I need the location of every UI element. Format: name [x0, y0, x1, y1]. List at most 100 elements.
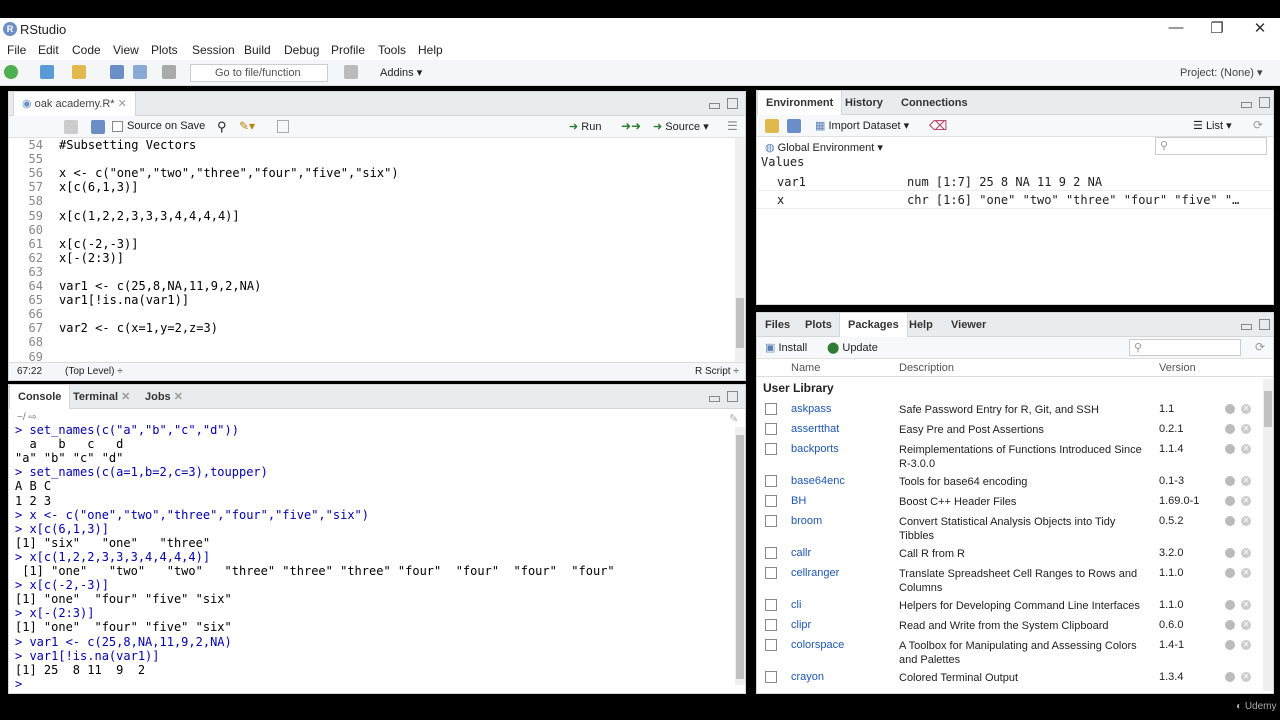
pkg-maximize-icon[interactable]	[1259, 319, 1270, 330]
console-scrollbar-thumb[interactable]	[736, 435, 744, 679]
console-scrollbar[interactable]	[735, 427, 745, 685]
pkg-minimize-icon[interactable]	[1241, 324, 1252, 330]
save-all-icon[interactable]	[133, 65, 147, 79]
package-row[interactable]: BH Boost C++ Header Files 1.69.0-1 ✕	[757, 493, 1261, 513]
go-to-directory-icon[interactable]: ⇨	[28, 412, 36, 423]
packages-scrollbar[interactable]	[1263, 379, 1273, 691]
import-dataset-button[interactable]: ▦ Import Dataset ▾	[815, 119, 909, 132]
package-checkbox[interactable]	[765, 443, 777, 455]
workspace-panes-icon[interactable]	[344, 65, 358, 79]
package-checkbox[interactable]	[765, 403, 777, 415]
package-website-icon[interactable]	[1225, 516, 1235, 526]
remove-package-icon[interactable]: ✕	[1241, 548, 1251, 558]
remove-package-icon[interactable]: ✕	[1241, 672, 1251, 682]
package-name[interactable]: crayon	[791, 671, 824, 683]
menu-help[interactable]: Help	[418, 43, 443, 57]
menu-file[interactable]: File	[7, 43, 26, 57]
minimize-pane-icon[interactable]	[709, 103, 720, 109]
package-checkbox[interactable]	[765, 567, 777, 579]
tab-console[interactable]: Console	[9, 385, 71, 409]
env-minimize-icon[interactable]	[1241, 102, 1252, 108]
code-area[interactable]: 54 #Subsetting Vectors 55 56 x <- c("one","t…	[9, 138, 733, 364]
remove-package-icon[interactable]: ✕	[1241, 516, 1251, 526]
package-name[interactable]: colorspace	[791, 639, 844, 651]
close-jobs-icon[interactable]: ✕	[174, 391, 183, 403]
package-name[interactable]: BH	[791, 495, 806, 507]
package-checkbox[interactable]	[765, 423, 777, 435]
col-version-header[interactable]: Version	[1159, 362, 1196, 374]
update-button[interactable]: ⬤ Update	[827, 341, 878, 354]
close-terminal-icon[interactable]: ✕	[121, 391, 130, 403]
package-row[interactable]: crayon Colored Terminal Output 1.3.4 ✕	[757, 669, 1261, 689]
menu-profile[interactable]: Profile	[331, 43, 365, 57]
col-description-header[interactable]: Description	[899, 362, 954, 374]
tab-oak-academy[interactable]: ◉ oak academy.R* ✕	[13, 92, 136, 116]
env-row[interactable]: var1 num [1:7] 25 8 NA 11 9 2 NA	[757, 173, 1273, 191]
package-row[interactable]: askpass Safe Password Entry for R, Git, a…	[757, 401, 1261, 421]
menu-build[interactable]: Build	[244, 43, 271, 57]
package-website-icon[interactable]	[1225, 476, 1235, 486]
package-website-icon[interactable]	[1225, 568, 1235, 578]
package-website-icon[interactable]	[1225, 600, 1235, 610]
environment-scope-selector[interactable]: ◍ Global Environment ▾	[765, 141, 883, 154]
package-checkbox[interactable]	[765, 599, 777, 611]
clear-workspace-broom-icon[interactable]: ⌫	[929, 118, 947, 134]
outline-icon[interactable]: ☰	[727, 119, 738, 133]
package-name[interactable]: backports	[791, 443, 839, 455]
menu-code[interactable]: Code	[72, 43, 101, 57]
install-button[interactable]: ▣ Install	[765, 341, 807, 354]
open-file-icon[interactable]	[72, 65, 86, 79]
package-name[interactable]: clipr	[791, 619, 811, 631]
save-icon[interactable]	[110, 65, 124, 79]
package-row[interactable]: broom Convert Statistical Analysis Object…	[757, 513, 1261, 545]
editor-scrollbar-thumb[interactable]	[736, 298, 744, 348]
package-checkbox[interactable]	[765, 475, 777, 487]
tab-viewer[interactable]: Viewer	[943, 313, 994, 337]
maximize-pane-icon[interactable]	[727, 98, 738, 109]
search-icon[interactable]: ⚲	[217, 119, 227, 135]
package-name[interactable]: base64enc	[791, 475, 845, 487]
close-window-button[interactable]: ✕	[1240, 19, 1280, 39]
save-workspace-icon[interactable]	[787, 119, 801, 133]
package-name[interactable]: assertthat	[791, 423, 839, 435]
minimize-button[interactable]: —	[1156, 19, 1196, 39]
file-type-selector[interactable]: R Script ÷	[695, 363, 739, 381]
clear-console-icon[interactable]: ✎	[729, 412, 738, 425]
package-website-icon[interactable]	[1225, 424, 1235, 434]
scope-selector[interactable]: (Top Level) ÷	[65, 363, 123, 381]
tab-jobs[interactable]: Jobs ✕	[137, 385, 191, 409]
goto-file-input[interactable]: Go to file/function	[190, 64, 328, 82]
package-name[interactable]: askpass	[791, 403, 831, 415]
package-name[interactable]: callr	[791, 547, 811, 559]
compile-report-icon[interactable]	[277, 120, 289, 133]
package-checkbox[interactable]	[765, 639, 777, 651]
menu-tools[interactable]: Tools	[378, 43, 406, 57]
console-output[interactable]: > set_names(c("a","b","c","d")) a b c d "…	[9, 425, 733, 691]
rerun-icon[interactable]: ➜➜	[621, 119, 641, 133]
package-checkbox[interactable]	[765, 515, 777, 527]
package-website-icon[interactable]	[1225, 404, 1235, 414]
package-website-icon[interactable]	[1225, 496, 1235, 506]
package-checkbox[interactable]	[765, 619, 777, 631]
package-name[interactable]: cli	[791, 599, 801, 611]
package-website-icon[interactable]	[1225, 548, 1235, 558]
menu-debug[interactable]: Debug	[284, 43, 319, 57]
package-row[interactable]: callr Call R from R 3.2.0 ✕	[757, 545, 1261, 565]
menu-session[interactable]: Session	[192, 43, 235, 57]
menu-plots[interactable]: Plots	[151, 43, 178, 57]
console-maximize-icon[interactable]	[727, 391, 738, 402]
console-minimize-icon[interactable]	[709, 396, 720, 402]
tab-environment[interactable]: Environment	[757, 91, 843, 115]
package-name[interactable]: broom	[791, 515, 822, 527]
tab-history[interactable]: History	[837, 91, 891, 115]
restore-button[interactable]: ❐	[1197, 19, 1237, 39]
package-row[interactable]: cellranger Translate Spreadsheet Cell Ran…	[757, 565, 1261, 597]
remove-package-icon[interactable]: ✕	[1241, 424, 1251, 434]
source-on-save-checkbox[interactable]	[112, 121, 123, 132]
package-website-icon[interactable]	[1225, 620, 1235, 630]
remove-package-icon[interactable]: ✕	[1241, 620, 1251, 630]
refresh-env-icon[interactable]: ⟳	[1253, 118, 1263, 132]
package-checkbox[interactable]	[765, 495, 777, 507]
package-checkbox[interactable]	[765, 547, 777, 559]
package-row[interactable]: backports Reimplementations of Functions …	[757, 441, 1261, 473]
